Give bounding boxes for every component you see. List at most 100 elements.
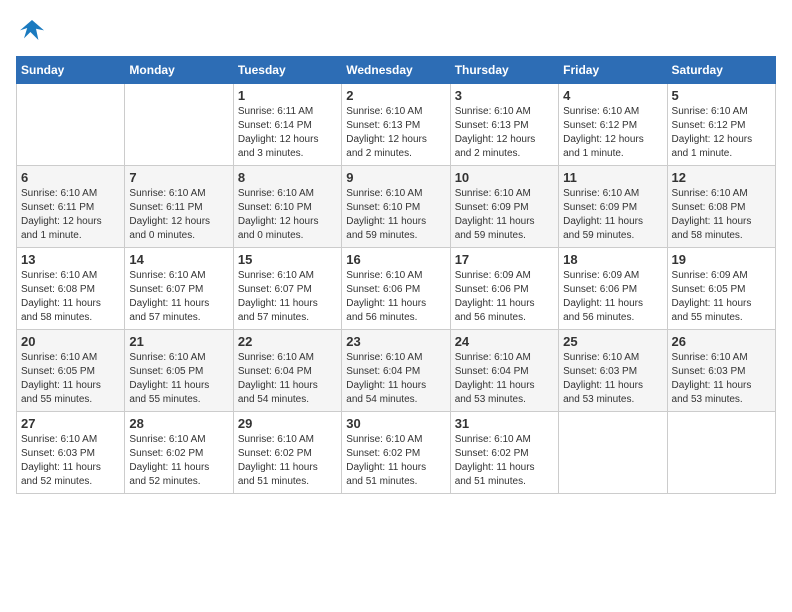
day-number: 23 [346,334,445,349]
weekday-header-monday: Monday [125,57,233,84]
day-info: Sunrise: 6:10 AM Sunset: 6:13 PM Dayligh… [346,105,445,161]
calendar-cell: 14Sunrise: 6:10 AM Sunset: 6:07 PM Dayli… [125,248,233,330]
calendar-cell: 11Sunrise: 6:10 AM Sunset: 6:09 PM Dayli… [559,166,667,248]
day-info: Sunrise: 6:10 AM Sunset: 6:09 PM Dayligh… [563,187,662,243]
day-info: Sunrise: 6:10 AM Sunset: 6:07 PM Dayligh… [129,269,228,325]
calendar-cell: 25 Sunrise: 6:10 AM Sunset: 6:03 PM Dayli… [559,330,667,412]
calendar-cell: 28 Sunrise: 6:10 AM Sunset: 6:02 PM Dayli… [125,412,233,494]
day-number: 18 [563,252,662,267]
day-number: 19 [672,252,771,267]
day-number: 7 [129,170,228,185]
day-info: Sunrise: 6:10 AM Sunset: 6:09 PM Dayligh… [455,187,554,243]
day-info: Sunrise: 6:10 AM Sunset: 6:03 PM Dayligh… [672,351,771,407]
calendar-cell: 30 Sunrise: 6:10 AM Sunset: 6:02 PM Dayli… [342,412,450,494]
calendar-cell [667,412,775,494]
weekday-header-wednesday: Wednesday [342,57,450,84]
calendar-cell: 24 Sunrise: 6:10 AM Sunset: 6:04 PM Dayli… [450,330,558,412]
calendar-week-row: 27Sunrise: 6:10 AM Sunset: 6:03 PM Dayli… [17,412,776,494]
calendar-cell: 5Sunrise: 6:10 AM Sunset: 6:12 PM Daylig… [667,84,775,166]
day-info: Sunrise: 6:10 AM Sunset: 6:08 PM Dayligh… [672,187,771,243]
day-number: 6 [21,170,120,185]
day-number: 21 [129,334,228,349]
calendar-cell: 9 Sunrise: 6:10 AM Sunset: 6:10 PM Daylig… [342,166,450,248]
day-info: Sunrise: 6:10 AM Sunset: 6:13 PM Dayligh… [455,105,554,161]
calendar-cell: 12 Sunrise: 6:10 AM Sunset: 6:08 PM Dayli… [667,166,775,248]
calendar-cell: 10 Sunrise: 6:10 AM Sunset: 6:09 PM Dayli… [450,166,558,248]
day-number: 24 [455,334,554,349]
page-header [16,16,776,48]
calendar-cell: 13Sunrise: 6:10 AM Sunset: 6:08 PM Dayli… [17,248,125,330]
day-number: 25 [563,334,662,349]
calendar-cell [559,412,667,494]
calendar-cell: 15 Sunrise: 6:10 AM Sunset: 6:07 PM Dayli… [233,248,341,330]
calendar-cell: 4 Sunrise: 6:10 AM Sunset: 6:12 PM Daylig… [559,84,667,166]
day-info: Sunrise: 6:10 AM Sunset: 6:11 PM Dayligh… [21,187,120,243]
day-info: Sunrise: 6:09 AM Sunset: 6:05 PM Dayligh… [672,269,771,325]
calendar-week-row: 6 Sunrise: 6:10 AM Sunset: 6:11 PM Daylig… [17,166,776,248]
day-info: Sunrise: 6:10 AM Sunset: 6:03 PM Dayligh… [563,351,662,407]
day-info: Sunrise: 6:10 AM Sunset: 6:05 PM Dayligh… [129,351,228,407]
day-number: 2 [346,88,445,103]
day-number: 29 [238,416,337,431]
day-info: Sunrise: 6:10 AM Sunset: 6:02 PM Dayligh… [455,433,554,489]
day-info: Sunrise: 6:10 AM Sunset: 6:07 PM Dayligh… [238,269,337,325]
day-number: 9 [346,170,445,185]
day-info: Sunrise: 6:10 AM Sunset: 6:04 PM Dayligh… [346,351,445,407]
calendar-cell: 26 Sunrise: 6:10 AM Sunset: 6:03 PM Dayli… [667,330,775,412]
calendar-cell: 1 Sunrise: 6:11 AM Sunset: 6:14 PM Daylig… [233,84,341,166]
calendar-cell: 6 Sunrise: 6:10 AM Sunset: 6:11 PM Daylig… [17,166,125,248]
calendar-cell [17,84,125,166]
day-info: Sunrise: 6:09 AM Sunset: 6:06 PM Dayligh… [455,269,554,325]
day-number: 4 [563,88,662,103]
calendar-cell: 7 Sunrise: 6:10 AM Sunset: 6:11 PM Daylig… [125,166,233,248]
day-info: Sunrise: 6:10 AM Sunset: 6:12 PM Dayligh… [563,105,662,161]
day-number: 12 [672,170,771,185]
weekday-header-sunday: Sunday [17,57,125,84]
day-number: 5 [672,88,771,103]
day-info: Sunrise: 6:10 AM Sunset: 6:11 PM Dayligh… [129,187,228,243]
day-number: 30 [346,416,445,431]
day-number: 26 [672,334,771,349]
weekday-header-friday: Friday [559,57,667,84]
day-number: 16 [346,252,445,267]
day-info: Sunrise: 6:10 AM Sunset: 6:10 PM Dayligh… [238,187,337,243]
calendar-cell: 19 Sunrise: 6:09 AM Sunset: 6:05 PM Dayli… [667,248,775,330]
day-info: Sunrise: 6:10 AM Sunset: 6:04 PM Dayligh… [455,351,554,407]
day-info: Sunrise: 6:10 AM Sunset: 6:10 PM Dayligh… [346,187,445,243]
calendar-cell: 21 Sunrise: 6:10 AM Sunset: 6:05 PM Dayli… [125,330,233,412]
day-number: 15 [238,252,337,267]
day-number: 20 [21,334,120,349]
day-info: Sunrise: 6:10 AM Sunset: 6:02 PM Dayligh… [346,433,445,489]
weekday-header-thursday: Thursday [450,57,558,84]
calendar-cell: 2 Sunrise: 6:10 AM Sunset: 6:13 PM Daylig… [342,84,450,166]
day-number: 3 [455,88,554,103]
calendar-cell: 22Sunrise: 6:10 AM Sunset: 6:04 PM Dayli… [233,330,341,412]
calendar-cell: 29 Sunrise: 6:10 AM Sunset: 6:02 PM Dayli… [233,412,341,494]
day-number: 1 [238,88,337,103]
day-info: Sunrise: 6:10 AM Sunset: 6:06 PM Dayligh… [346,269,445,325]
day-info: Sunrise: 6:10 AM Sunset: 6:05 PM Dayligh… [21,351,120,407]
calendar-cell: 23 Sunrise: 6:10 AM Sunset: 6:04 PM Dayli… [342,330,450,412]
weekday-header-tuesday: Tuesday [233,57,341,84]
calendar-cell: 31 Sunrise: 6:10 AM Sunset: 6:02 PM Dayli… [450,412,558,494]
day-info: Sunrise: 6:10 AM Sunset: 6:04 PM Dayligh… [238,351,337,407]
day-number: 8 [238,170,337,185]
day-number: 31 [455,416,554,431]
day-info: Sunrise: 6:10 AM Sunset: 6:02 PM Dayligh… [238,433,337,489]
calendar-cell: 20 Sunrise: 6:10 AM Sunset: 6:05 PM Dayli… [17,330,125,412]
day-info: Sunrise: 6:09 AM Sunset: 6:06 PM Dayligh… [563,269,662,325]
day-number: 17 [455,252,554,267]
calendar-week-row: 1 Sunrise: 6:11 AM Sunset: 6:14 PM Daylig… [17,84,776,166]
calendar-week-row: 20 Sunrise: 6:10 AM Sunset: 6:05 PM Dayli… [17,330,776,412]
calendar-cell: 17 Sunrise: 6:09 AM Sunset: 6:06 PM Dayli… [450,248,558,330]
day-number: 28 [129,416,228,431]
calendar-cell: 8 Sunrise: 6:10 AM Sunset: 6:10 PM Daylig… [233,166,341,248]
day-number: 27 [21,416,120,431]
calendar-cell: 18 Sunrise: 6:09 AM Sunset: 6:06 PM Dayli… [559,248,667,330]
weekday-header-row: SundayMondayTuesdayWednesdayThursdayFrid… [17,57,776,84]
day-info: Sunrise: 6:10 AM Sunset: 6:08 PM Dayligh… [21,269,120,325]
day-info: Sunrise: 6:11 AM Sunset: 6:14 PM Dayligh… [238,105,337,161]
day-number: 10 [455,170,554,185]
logo [16,16,52,48]
day-info: Sunrise: 6:10 AM Sunset: 6:02 PM Dayligh… [129,433,228,489]
